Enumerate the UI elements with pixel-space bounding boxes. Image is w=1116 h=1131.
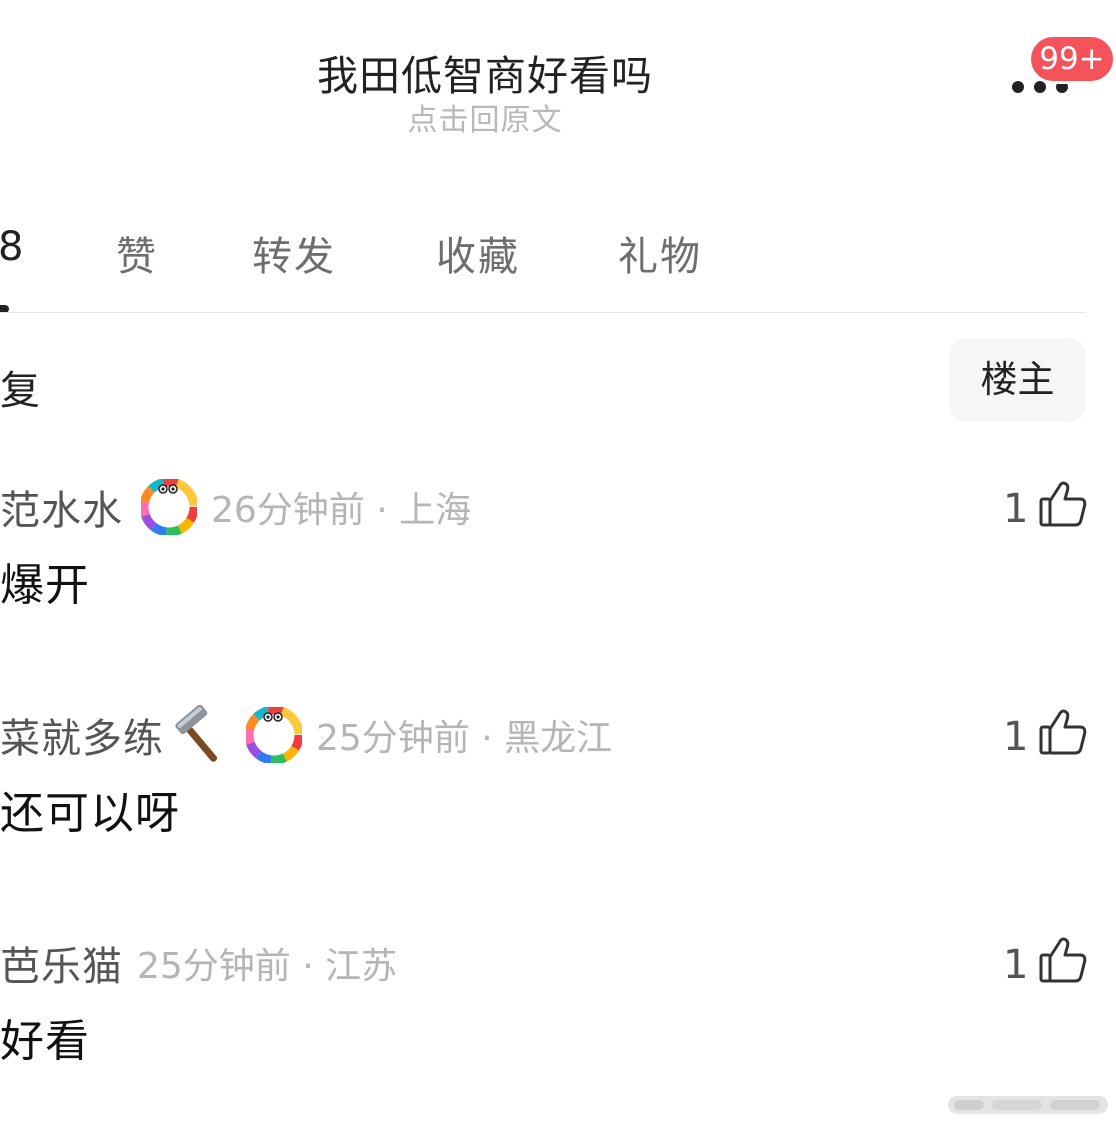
comment-user-line: 范水水 26分钟前 · 上海 (0, 477, 472, 537)
comment-item: 菜就多练 25分钟前 · 黑龙江 还可以呀 1 (0, 704, 1116, 867)
rainbow-medal-icon[interactable] (244, 705, 304, 765)
comment-text: 好看 (0, 1016, 90, 1067)
comment-user-line: 菜就多练 25分钟前 · 黑龙江 (0, 704, 613, 765)
comment-username[interactable]: 菜就多练 (0, 706, 164, 764)
watermark (948, 1090, 1108, 1120)
tab-comments[interactable]: 8 (0, 224, 25, 270)
rainbow-medal-icon[interactable] (139, 477, 199, 537)
owner-only-filter-button[interactable]: 楼主 (949, 338, 1086, 422)
comment-item: 范水水 26分钟前 · 上海 爆开 1 (0, 477, 1116, 639)
thumbs-up-icon[interactable] (1037, 933, 1089, 985)
comment-time-location: 26分钟前 · 上海 (211, 490, 472, 531)
comment-text: 还可以呀 (0, 788, 180, 839)
hammer-icon (168, 704, 228, 765)
page-title: 我田低智商好看吗 (317, 52, 653, 100)
thumbs-up-icon[interactable] (1037, 705, 1089, 757)
tab-divider (0, 312, 1086, 313)
reply-heading: 复 (0, 368, 40, 414)
comment-user-line: 芭乐猫 25分钟前 · 江苏 (0, 935, 397, 991)
tab-favorites[interactable]: 收藏 (436, 224, 520, 282)
comment-item: 芭乐猫 25分钟前 · 江苏 好看 1 (0, 935, 1116, 1095)
comment-username[interactable]: 芭乐猫 (0, 934, 123, 992)
tab-gifts[interactable]: 礼物 (618, 224, 702, 282)
comment-time-location: 25分钟前 · 江苏 (137, 946, 398, 987)
comment-username[interactable]: 范水水 (0, 478, 123, 536)
back-to-original-link[interactable]: 点击回原文 (0, 95, 970, 139)
like-count: 1 (1003, 942, 1029, 988)
comment-time-location: 25分钟前 · 黑龙江 (316, 718, 613, 759)
tab-reposts[interactable]: 转发 (252, 224, 336, 282)
comment-text: 爆开 (0, 560, 90, 611)
tab-likes[interactable]: 赞 (116, 224, 158, 282)
like-count: 1 (1003, 486, 1029, 532)
notification-badge: 99+ (1028, 34, 1116, 84)
thumbs-up-icon[interactable] (1037, 477, 1089, 529)
like-count: 1 (1003, 714, 1029, 760)
